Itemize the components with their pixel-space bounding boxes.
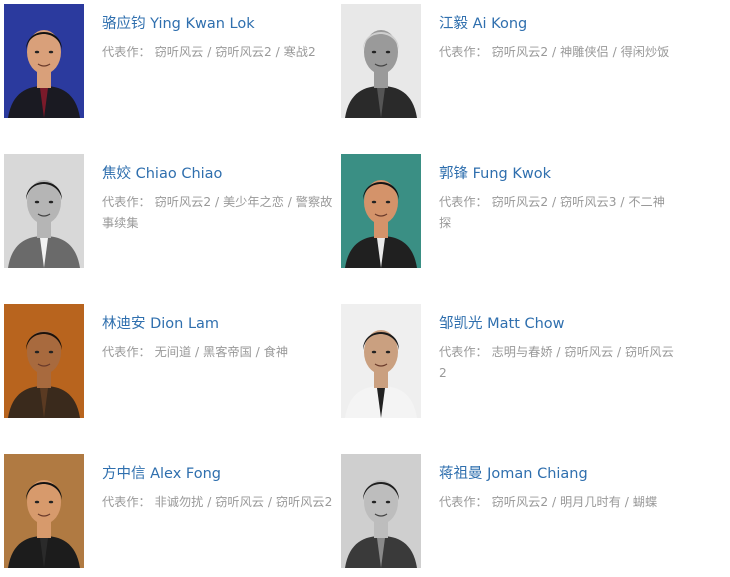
actor-photo[interactable] <box>4 154 84 268</box>
actor-name-link[interactable]: 江毅 Ai Kong <box>439 12 527 33</box>
portrait-image <box>4 304 84 418</box>
works-prefix-label: 代表作： <box>439 195 488 209</box>
works-list: 无间道 / 黑客帝国 / 食神 <box>154 345 289 359</box>
works-prefix-label: 代表作： <box>102 195 151 209</box>
works-prefix-label: 代表作： <box>439 495 488 509</box>
representative-works: 代表作： 非诚勿扰 / 窃听风云 / 窃听风云2 <box>102 492 337 513</box>
actor-photo[interactable] <box>4 304 84 418</box>
actor-name-link[interactable]: 焦姣 Chiao Chiao <box>102 162 222 183</box>
actor-card: 蒋祖曼 Joman Chiang 代表作： 窃听风云2 / 明月几时有 / 蝴蝶 <box>341 454 681 572</box>
actor-photo[interactable] <box>4 4 84 118</box>
actor-photo[interactable] <box>4 454 84 568</box>
portrait-image <box>341 304 421 418</box>
works-list: 窃听风云2 / 明月几时有 / 蝴蝶 <box>491 495 658 509</box>
actor-name-link[interactable]: 邹凯光 Matt Chow <box>439 312 565 333</box>
actor-card: 郭锋 Fung Kwok 代表作： 窃听风云2 / 窃听风云3 / 不二神探 <box>341 154 681 272</box>
actor-grid: 骆应钧 Ying Kwan Lok 代表作： 窃听风云 / 窃听风云2 / 寒战2… <box>0 0 730 577</box>
works-list: 非诚勿扰 / 窃听风云 / 窃听风云2 <box>154 495 333 509</box>
works-prefix-label: 代表作： <box>102 345 151 359</box>
works-prefix-label: 代表作： <box>102 45 151 59</box>
actor-card: 骆应钧 Ying Kwan Lok 代表作： 窃听风云 / 窃听风云2 / 寒战2 <box>4 4 344 122</box>
actor-card: 焦姣 Chiao Chiao 代表作： 窃听风云2 / 美少年之恋 / 警察故事续… <box>4 154 344 272</box>
works-prefix-label: 代表作： <box>102 495 151 509</box>
works-list: 窃听风云2 / 神雕侠侣 / 得闲炒饭 <box>491 45 670 59</box>
actor-card: 林迪安 Dion Lam 代表作： 无间道 / 黑客帝国 / 食神 <box>4 304 344 422</box>
actor-photo[interactable] <box>341 154 421 268</box>
representative-works: 代表作： 窃听风云2 / 神雕侠侣 / 得闲炒饭 <box>439 42 674 63</box>
works-prefix-label: 代表作： <box>439 345 488 359</box>
actor-photo[interactable] <box>341 4 421 118</box>
portrait-image <box>4 154 84 268</box>
portrait-image <box>341 4 421 118</box>
portrait-image <box>4 4 84 118</box>
works-list: 窃听风云 / 窃听风云2 / 寒战2 <box>154 45 316 59</box>
actor-name-link[interactable]: 方中信 Alex Fong <box>102 462 221 483</box>
actor-photo[interactable] <box>341 304 421 418</box>
representative-works: 代表作： 窃听风云2 / 明月几时有 / 蝴蝶 <box>439 492 674 513</box>
portrait-image <box>341 454 421 568</box>
representative-works: 代表作： 无间道 / 黑客帝国 / 食神 <box>102 342 337 363</box>
portrait-image <box>4 454 84 568</box>
representative-works: 代表作： 窃听风云 / 窃听风云2 / 寒战2 <box>102 42 337 63</box>
representative-works: 代表作： 窃听风云2 / 窃听风云3 / 不二神探 <box>439 192 674 234</box>
actor-photo[interactable] <box>341 454 421 568</box>
actor-name-link[interactable]: 骆应钧 Ying Kwan Lok <box>102 12 255 33</box>
works-prefix-label: 代表作： <box>439 45 488 59</box>
representative-works: 代表作： 窃听风云2 / 美少年之恋 / 警察故事续集 <box>102 192 337 234</box>
actor-card: 方中信 Alex Fong 代表作： 非诚勿扰 / 窃听风云 / 窃听风云2 <box>4 454 344 572</box>
actor-card: 邹凯光 Matt Chow 代表作： 志明与春娇 / 窃听风云 / 窃听风云2 <box>341 304 681 422</box>
actor-name-link[interactable]: 郭锋 Fung Kwok <box>439 162 551 183</box>
actor-name-link[interactable]: 蒋祖曼 Joman Chiang <box>439 462 588 483</box>
actor-name-link[interactable]: 林迪安 Dion Lam <box>102 312 219 333</box>
actor-card: 江毅 Ai Kong 代表作： 窃听风云2 / 神雕侠侣 / 得闲炒饭 <box>341 4 681 122</box>
representative-works: 代表作： 志明与春娇 / 窃听风云 / 窃听风云2 <box>439 342 674 384</box>
portrait-image <box>341 154 421 268</box>
